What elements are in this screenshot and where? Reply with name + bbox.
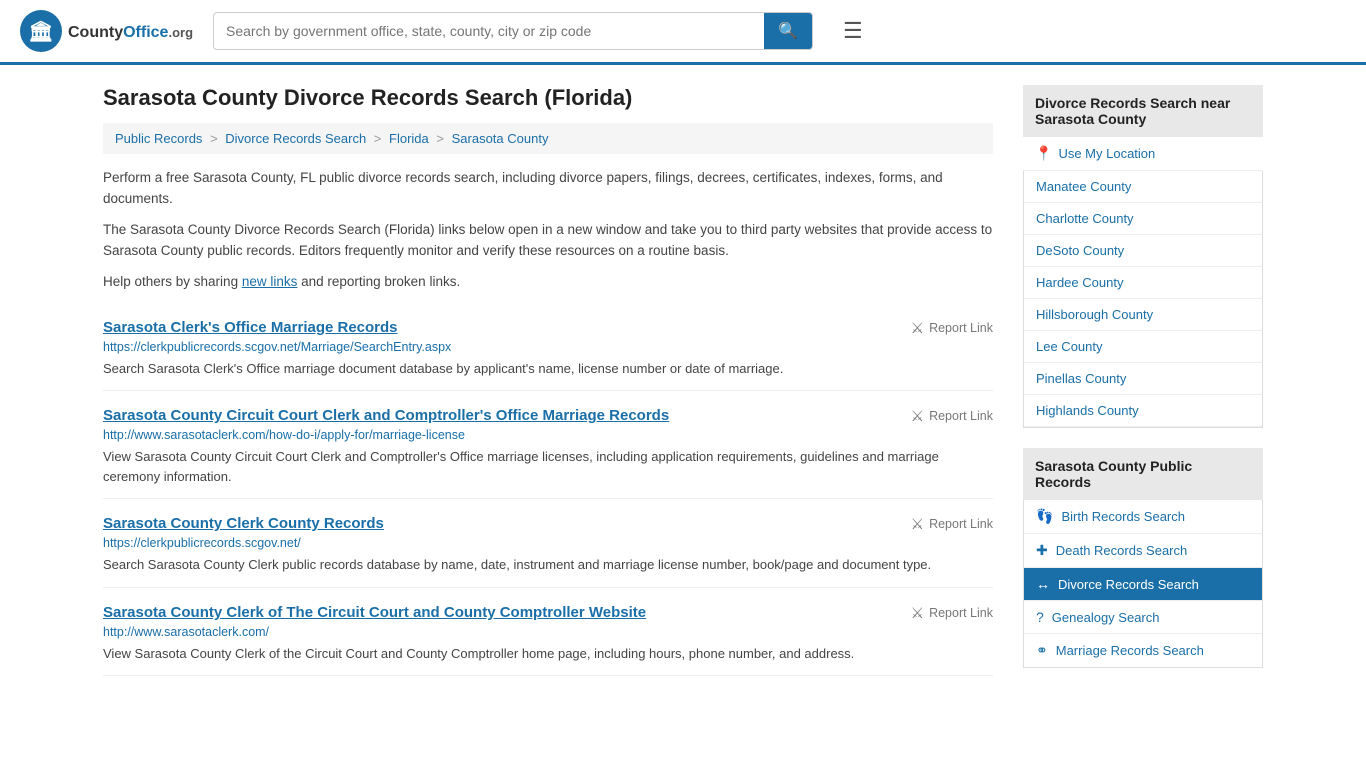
result-header-3: Sarasota County Clerk of The Circuit Cou… — [103, 604, 993, 622]
report-link-1[interactable]: ⚔ Report Link — [911, 407, 993, 425]
report-icon-0: ⚔ — [911, 319, 924, 337]
result-header-0: Sarasota Clerk's Office Marriage Records… — [103, 319, 993, 337]
result-item-0: Sarasota Clerk's Office Marriage Records… — [103, 303, 993, 392]
hamburger-menu[interactable]: ☰ — [843, 18, 863, 44]
new-links[interactable]: new links — [242, 274, 298, 289]
pr-list-item-1: ✚ Death Records Search — [1024, 534, 1262, 568]
bc-sep-1: > — [210, 131, 218, 146]
result-title-1[interactable]: Sarasota County Circuit Court Clerk and … — [103, 407, 669, 424]
logo-icon: 🏛 — [20, 10, 62, 52]
public-records-heading: Sarasota County Public Records — [1023, 448, 1263, 500]
pr-label-4: Marriage Records Search — [1056, 643, 1204, 658]
pr-list-item-2: ↔ Divorce Records Search — [1024, 568, 1262, 601]
result-title-0[interactable]: Sarasota Clerk's Office Marriage Records — [103, 319, 398, 336]
result-desc-0: Search Sarasota Clerk's Office marriage … — [103, 359, 993, 379]
sidebar: Divorce Records Search near Sarasota Cou… — [1023, 85, 1263, 688]
breadcrumb-sarasota[interactable]: Sarasota County — [452, 131, 549, 146]
nearby-counties: Manatee CountyCharlotte CountyDeSoto Cou… — [1023, 171, 1263, 428]
logo[interactable]: 🏛 CountyOffice.org — [20, 10, 193, 52]
county-link-2[interactable]: DeSoto County — [1024, 235, 1262, 267]
bc-sep-2: > — [374, 131, 382, 146]
report-icon-2: ⚔ — [911, 515, 924, 533]
result-url-1[interactable]: http://www.sarasotaclerk.com/how-do-i/ap… — [103, 428, 993, 442]
pr-list-item-4: ⚭ Marriage Records Search — [1024, 634, 1262, 667]
result-url-2[interactable]: https://clerkpublicrecords.scgov.net/ — [103, 536, 993, 550]
location-icon: 📍 — [1035, 145, 1052, 162]
pr-label-1: Death Records Search — [1056, 543, 1188, 558]
pr-icon-4: ⚭ — [1036, 642, 1048, 659]
county-link-4[interactable]: Hillsborough County — [1024, 299, 1262, 331]
result-desc-1: View Sarasota County Circuit Court Clerk… — [103, 447, 993, 486]
pr-icon-0: 👣 — [1036, 508, 1053, 525]
search-button[interactable]: 🔍 — [764, 13, 812, 49]
result-header-2: Sarasota County Clerk County Records ⚔ R… — [103, 515, 993, 533]
county-link-3[interactable]: Hardee County — [1024, 267, 1262, 299]
pr-icon-3: ? — [1036, 609, 1044, 625]
description-3: Help others by sharing new links and rep… — [103, 272, 993, 293]
result-url-0[interactable]: https://clerkpublicrecords.scgov.net/Mar… — [103, 340, 993, 354]
county-link-0[interactable]: Manatee County — [1024, 171, 1262, 203]
result-title-2[interactable]: Sarasota County Clerk County Records — [103, 515, 384, 532]
breadcrumb-divorce-records[interactable]: Divorce Records Search — [225, 131, 366, 146]
county-link-7[interactable]: Highlands County — [1024, 395, 1262, 427]
pr-label-0: Birth Records Search — [1061, 509, 1185, 524]
results-list: Sarasota Clerk's Office Marriage Records… — [103, 303, 993, 677]
nearby-section: Divorce Records Search near Sarasota Cou… — [1023, 85, 1263, 428]
report-icon-3: ⚔ — [911, 604, 924, 622]
county-link-1[interactable]: Charlotte County — [1024, 203, 1262, 235]
nearby-heading: Divorce Records Search near Sarasota Cou… — [1023, 85, 1263, 137]
pr-label-3: Genealogy Search — [1052, 610, 1160, 625]
pr-list-item-0: 👣 Birth Records Search — [1024, 500, 1262, 534]
bc-sep-3: > — [436, 131, 444, 146]
result-item-3: Sarasota County Clerk of The Circuit Cou… — [103, 588, 993, 677]
breadcrumb-public-records[interactable]: Public Records — [115, 131, 202, 146]
pr-link-4[interactable]: ⚭ Marriage Records Search — [1024, 634, 1262, 667]
result-desc-3: View Sarasota County Clerk of the Circui… — [103, 644, 993, 664]
description-1: Perform a free Sarasota County, FL publi… — [103, 168, 993, 210]
report-link-3[interactable]: ⚔ Report Link — [911, 604, 993, 622]
report-icon-1: ⚔ — [911, 407, 924, 425]
breadcrumb-florida[interactable]: Florida — [389, 131, 429, 146]
search-input[interactable] — [214, 15, 764, 47]
pr-link-0[interactable]: 👣 Birth Records Search — [1024, 500, 1262, 533]
pr-label-2: Divorce Records Search — [1058, 577, 1199, 592]
pr-link-3[interactable]: ? Genealogy Search — [1024, 601, 1262, 633]
use-location-btn[interactable]: 📍 Use My Location — [1023, 137, 1263, 171]
page-title: Sarasota County Divorce Records Search (… — [103, 85, 993, 111]
result-title-3[interactable]: Sarasota County Clerk of The Circuit Cou… — [103, 604, 646, 621]
report-link-2[interactable]: ⚔ Report Link — [911, 515, 993, 533]
report-link-0[interactable]: ⚔ Report Link — [911, 319, 993, 337]
result-url-3[interactable]: http://www.sarasotaclerk.com/ — [103, 625, 993, 639]
pr-icon-2: ↔ — [1036, 576, 1050, 592]
result-item-1: Sarasota County Circuit Court Clerk and … — [103, 391, 993, 499]
county-link-6[interactable]: Pinellas County — [1024, 363, 1262, 395]
county-link-5[interactable]: Lee County — [1024, 331, 1262, 363]
breadcrumb: Public Records > Divorce Records Search … — [103, 123, 993, 154]
logo-name: CountyOffice.org — [68, 24, 193, 41]
pr-link-1[interactable]: ✚ Death Records Search — [1024, 534, 1262, 567]
pr-icon-1: ✚ — [1036, 542, 1048, 559]
public-records-list: 👣 Birth Records Search ✚ Death Records S… — [1023, 500, 1263, 668]
search-bar: 🔍 — [213, 12, 813, 50]
result-header-1: Sarasota County Circuit Court Clerk and … — [103, 407, 993, 425]
pr-link-2[interactable]: ↔ Divorce Records Search — [1024, 568, 1262, 600]
description-2: The Sarasota County Divorce Records Sear… — [103, 220, 993, 262]
result-desc-2: Search Sarasota County Clerk public reco… — [103, 555, 993, 575]
result-item-2: Sarasota County Clerk County Records ⚔ R… — [103, 499, 993, 588]
pr-list-item-3: ? Genealogy Search — [1024, 601, 1262, 634]
public-records-section: Sarasota County Public Records 👣 Birth R… — [1023, 448, 1263, 668]
